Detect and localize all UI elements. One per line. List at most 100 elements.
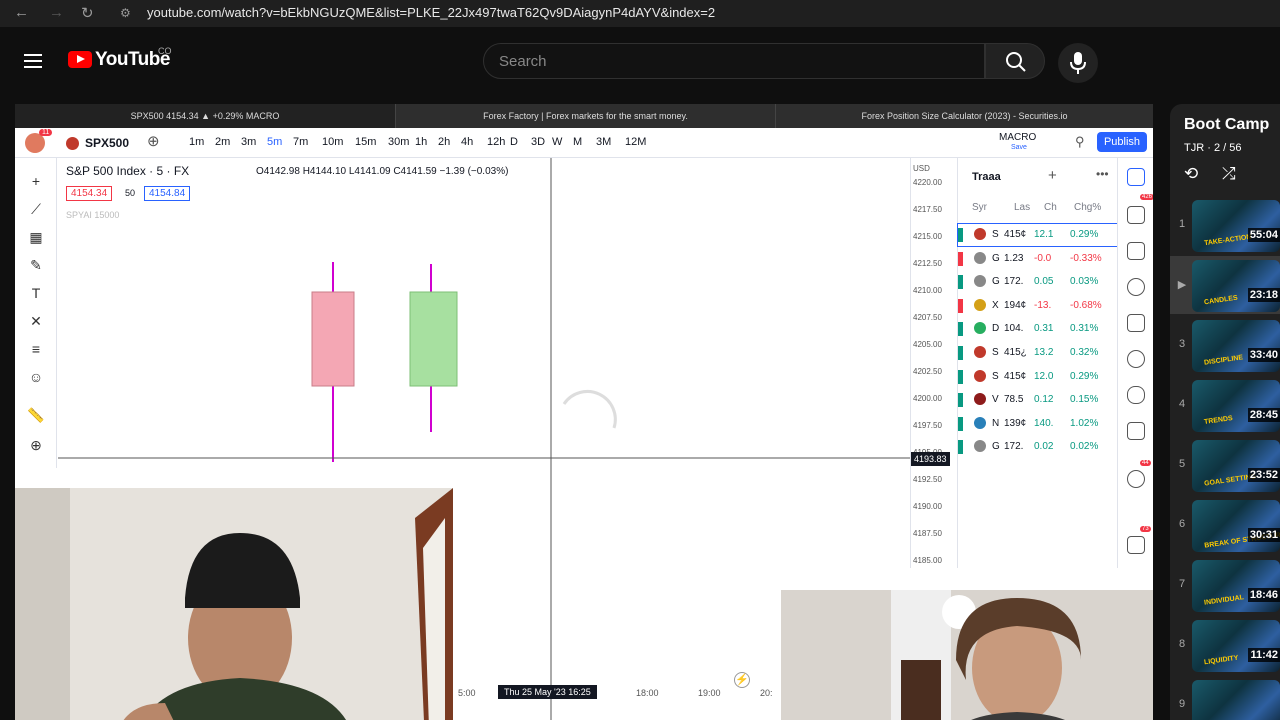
symbol-letter: S	[992, 347, 999, 358]
back-arrow-icon[interactable]: ←	[14, 4, 29, 21]
youtube-logo-icon[interactable]	[68, 51, 92, 68]
watchlist-row: N 139¢ 140. 1.02%	[958, 413, 1118, 435]
column-header: Chg%	[1074, 202, 1102, 213]
time-label: 5:00	[458, 688, 476, 698]
playlist-item-index: ▶	[1177, 279, 1187, 291]
text-icon: T	[31, 285, 41, 301]
video-thumbnail[interactable]: TRENDS 28:45	[1192, 380, 1280, 432]
timeframe-1m: 1m	[189, 136, 205, 148]
price-tick-label: 4215.00	[913, 232, 942, 241]
change-value: -0.0	[1034, 252, 1052, 264]
playlist-item[interactable]: 5 GOAL SETTING 23:52	[1170, 436, 1280, 494]
playlist-item-index: 9	[1178, 698, 1186, 710]
last-price: 172.	[1004, 276, 1024, 288]
microphone-icon	[1070, 52, 1086, 74]
video-duration: 33:40	[1247, 348, 1280, 362]
shuffle-icon[interactable]: ⤮	[1222, 164, 1236, 184]
timeframe-30m: 30m	[388, 136, 410, 148]
symbol-letter: G	[992, 276, 1000, 288]
playlist-item[interactable]: 3 DISCIPLINE 33:40	[1170, 316, 1280, 374]
playlist-item[interactable]: 9	[1170, 676, 1280, 720]
last-price: 172.	[1004, 441, 1024, 453]
watchlist-panel: Traaa + ••• Syr Las Ch Chg% S 415¢ 12.1 0.2…	[957, 158, 1119, 568]
video-thumbnail[interactable]: BREAK OF STRUCTURE 30:31	[1192, 500, 1280, 552]
change-value: 0.31	[1034, 323, 1054, 335]
watchlist-row: V 78.5 0.12 0.15%	[958, 389, 1118, 411]
recorded-browser-tabs: SPX500 4154.34 ▲ +0.29% MACRO Forex Fact…	[15, 104, 1153, 128]
video-thumbnail[interactable]	[1192, 680, 1280, 720]
trend-line-icon: ⟋	[31, 201, 41, 217]
playlist-item-index: 7	[1178, 578, 1186, 590]
thumbnail-caption: TRENDS	[1203, 415, 1234, 426]
video-thumbnail[interactable]: DISCIPLINE 33:40	[1192, 320, 1280, 372]
thumbnail-caption: CANDLES	[1203, 294, 1239, 307]
last-price: 139¢	[1004, 417, 1027, 429]
search-input[interactable]: Search	[483, 43, 985, 79]
video-duration: 30:31	[1247, 528, 1280, 542]
loop-icon[interactable]: ⟲	[1184, 164, 1198, 184]
ideas-icon	[1127, 350, 1145, 368]
video-duration: 23:18	[1247, 288, 1280, 302]
watchlist-row: X 194¢ -13. -0.68%	[958, 295, 1118, 317]
voice-search-button[interactable]	[1058, 43, 1098, 83]
change-value: 140.	[1034, 417, 1054, 429]
playlist-item[interactable]: ▶ CANDLES 23:18	[1170, 256, 1280, 314]
recorded-tab: Forex Factory | Forex markets for the sm…	[395, 104, 775, 128]
price-tick-label: 4200.00	[913, 394, 942, 403]
video-thumbnail[interactable]: CANDLES 23:18	[1192, 260, 1280, 312]
playlist-item[interactable]: 1 TAKE-ACTION 55:04	[1170, 196, 1280, 254]
emoji-icon: ☺	[28, 369, 44, 385]
change-flag	[958, 322, 963, 337]
price-tick-label: 4212.50	[913, 259, 942, 268]
thumbnail-caption: INDIVIDUAL	[1203, 594, 1245, 607]
timeframe-7m: 7m	[293, 136, 309, 148]
measure-icon: ≡	[31, 341, 41, 357]
data-window-icon	[1127, 242, 1145, 260]
flash-icon: ⚡	[734, 672, 750, 688]
playlist-panel: Boot Camp TJR · 2 / 56 ⟲ ⤮ 1 TAKE-ACTION 5…	[1170, 104, 1280, 720]
change-flag	[958, 440, 963, 455]
video-thumbnail[interactable]: TAKE-ACTION 55:04	[1192, 200, 1280, 252]
time-label: 20:	[760, 688, 773, 698]
playlist-item[interactable]: 8 LIQUIDITY 11:42	[1170, 616, 1280, 674]
notifications-badge: 73	[1140, 526, 1151, 532]
playlist-title[interactable]: Boot Camp	[1184, 116, 1269, 134]
video-thumbnail[interactable]: GOAL SETTING 23:52	[1192, 440, 1280, 492]
layout-name: MACRO	[999, 132, 1037, 143]
change-percent: -0.68%	[1070, 299, 1102, 311]
change-flag	[958, 346, 963, 360]
add-symbol-icon: ⊕	[147, 133, 160, 150]
column-header: Las	[1014, 202, 1031, 213]
youtube-header: YouTube CO Search	[0, 27, 1280, 97]
timeframe-15m: 15m	[355, 136, 377, 148]
hamburger-menu-icon[interactable]	[24, 54, 42, 68]
change-flag	[958, 369, 963, 384]
playlist-item[interactable]: 4 TRENDS 28:45	[1170, 376, 1280, 434]
price-tick-label: 4187.50	[913, 529, 942, 538]
drawing-tools-bar: + ⟋ ▦ ✎ T ✕ ≡ ☺ 📏 ⊕	[15, 158, 57, 468]
video-thumbnail[interactable]: LIQUIDITY 11:42	[1192, 620, 1280, 672]
layout-save-label: Save	[1011, 144, 1027, 151]
playlist-item-index: 5	[1178, 458, 1186, 470]
price-tick-label: 4210.00	[913, 286, 942, 295]
video-thumbnail[interactable]: INDIVIDUAL 18:46	[1192, 560, 1280, 612]
video-player[interactable]: SPX500 4154.34 ▲ +0.29% MACRO Forex Fact…	[15, 104, 1153, 720]
playlist-item[interactable]: 6 BREAK OF STRUCTURE 30:31	[1170, 496, 1280, 554]
symbol-logo-icon	[974, 346, 986, 358]
symbol-flag-icon	[66, 137, 79, 150]
change-percent: 0.31%	[1070, 323, 1099, 335]
change-value: -13.	[1034, 299, 1052, 311]
crosshair-icon: +	[31, 173, 41, 189]
notification-badge: 11	[39, 129, 53, 136]
webcam-left	[15, 488, 453, 720]
reload-icon[interactable]: ↻	[81, 4, 94, 22]
search-button[interactable]	[985, 43, 1045, 79]
symbol-logo-icon	[974, 440, 986, 453]
site-info-icon[interactable]: ⚙	[120, 6, 131, 20]
price-tick-label: 4217.50	[913, 205, 942, 214]
address-bar-url[interactable]: youtube.com/watch?v=bEkbNGUzQME&list=PLK…	[147, 5, 715, 20]
playlist-item[interactable]: 7 INDIVIDUAL 18:46	[1170, 556, 1280, 614]
change-percent: 0.03%	[1070, 276, 1099, 288]
timeframe-2m: 2m	[215, 136, 231, 148]
forward-arrow-icon[interactable]: →	[49, 4, 64, 21]
